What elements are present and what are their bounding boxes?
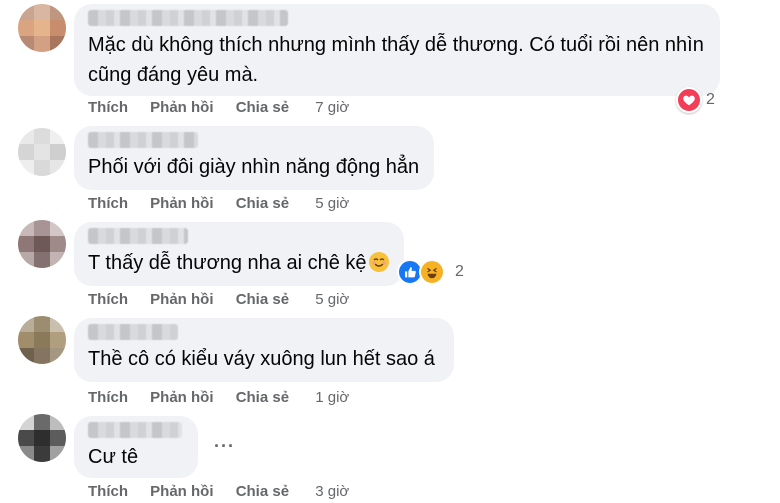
comment-text: Thề cô có kiểu váy xuông lun hết sao á: [88, 348, 435, 370]
comment-actions: Thích Phản hồi Chia sẻ 5 giờ: [88, 291, 367, 308]
avatar[interactable]: [18, 4, 66, 52]
comment-bubble: Mặc dù không thích nhưng mình thấy dễ th…: [74, 4, 720, 96]
share-action[interactable]: Chia sẻ: [236, 389, 289, 406]
comment-actions: Thích Phản hồi Chia sẻ 7 giờ: [88, 99, 367, 116]
share-action[interactable]: Chia sẻ: [236, 99, 289, 116]
reply-action[interactable]: Phản hồi: [150, 389, 213, 406]
blurred-author-name[interactable]: [88, 228, 188, 244]
reply-action[interactable]: Phản hồi: [150, 99, 213, 116]
reply-action[interactable]: Phản hồi: [150, 291, 213, 308]
avatar[interactable]: [18, 316, 66, 364]
timestamp[interactable]: 5 giờ: [315, 195, 349, 212]
avatar[interactable]: [18, 220, 66, 268]
comment-text: T thấy dễ thương nha ai chê kệ: [88, 248, 390, 278]
blurred-author-name[interactable]: [88, 324, 178, 340]
like-action[interactable]: Thích: [88, 291, 128, 308]
comment-actions: Thích Phản hồi Chia sẻ 1 giờ: [88, 389, 367, 406]
blurred-author-name[interactable]: [88, 10, 288, 26]
comment-bubble: Thề cô có kiểu váy xuông lun hết sao á: [74, 318, 454, 382]
like-action[interactable]: Thích: [88, 195, 128, 212]
heart-icon: [676, 87, 702, 113]
share-action[interactable]: Chia sẻ: [236, 291, 289, 308]
comment-bubble: T thấy dễ thương nha ai chê kệ: [74, 222, 404, 286]
smiling-face-icon: [368, 252, 389, 272]
comment-actions: Thích Phản hồi Chia sẻ 5 giờ: [88, 195, 367, 212]
like-action[interactable]: Thích: [88, 389, 128, 406]
blurred-author-name[interactable]: [88, 422, 182, 438]
reaction-summary[interactable]: 2: [676, 87, 715, 113]
share-action[interactable]: Chia sẻ: [236, 195, 289, 212]
comment-actions: Thích Phản hồi Chia sẻ 3 giờ: [88, 483, 367, 500]
more-options-icon[interactable]: ···: [214, 436, 235, 457]
like-action[interactable]: Thích: [88, 483, 128, 500]
timestamp[interactable]: 5 giờ: [315, 291, 349, 308]
reaction-summary[interactable]: 2: [397, 259, 464, 285]
comment-text: Mặc dù không thích nhưng mình thấy dễ th…: [88, 34, 704, 86]
timestamp[interactable]: 3 giờ: [315, 483, 349, 500]
avatar[interactable]: [18, 414, 66, 462]
avatar[interactable]: [18, 128, 66, 176]
reply-action[interactable]: Phản hồi: [150, 483, 213, 500]
reaction-count: 2: [706, 91, 715, 108]
timestamp[interactable]: 7 giờ: [315, 99, 349, 116]
reply-action[interactable]: Phản hồi: [150, 195, 213, 212]
share-action[interactable]: Chia sẻ: [236, 483, 289, 500]
comment-text: Cư tê: [88, 446, 139, 468]
comment-bubble: Phối với đôi giày nhìn năng động hẳn: [74, 126, 434, 190]
blurred-author-name[interactable]: [88, 132, 198, 148]
comment-text: Phối với đôi giày nhìn năng động hẳn: [88, 156, 420, 178]
reaction-count: 2: [455, 263, 464, 280]
timestamp[interactable]: 1 giờ: [315, 389, 349, 406]
comment-text-body: T thấy dễ thương nha ai chê kệ: [88, 252, 367, 274]
comment-bubble: Cư tê: [74, 416, 198, 478]
haha-icon: [419, 259, 445, 285]
like-action[interactable]: Thích: [88, 99, 128, 116]
